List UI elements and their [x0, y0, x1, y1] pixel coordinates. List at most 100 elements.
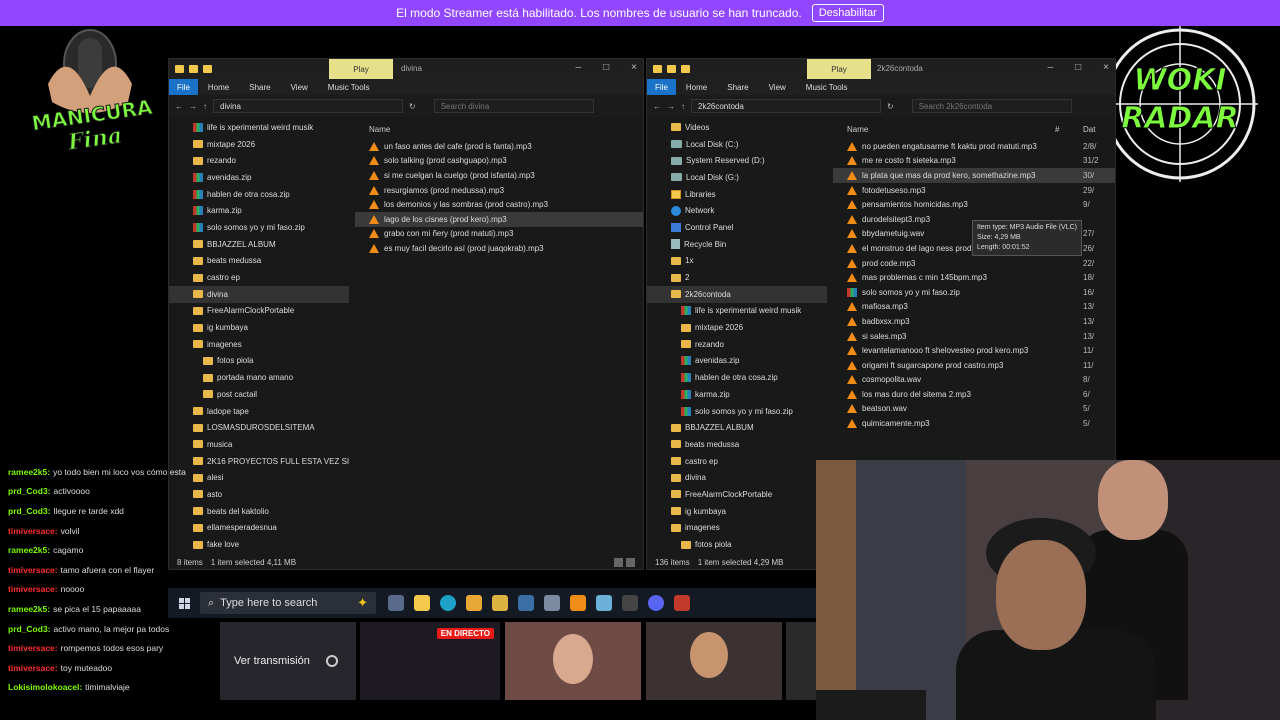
nav-item[interactable]: hablen de otra cosa.zip	[647, 369, 827, 386]
forward-icon[interactable]: →	[667, 102, 675, 111]
nav-item[interactable]: life is xperimental weird musik	[647, 303, 827, 320]
file-row[interactable]: beatson.wav 5/	[833, 402, 1115, 417]
up-icon[interactable]: ↑	[681, 102, 685, 111]
folder-icon[interactable]	[175, 65, 184, 73]
ribbon-tab-file[interactable]: File	[647, 79, 676, 95]
nav-item[interactable]: rezando	[169, 152, 349, 169]
explorer-window-divina[interactable]: Play divina – □ × File Home Share View Mus…	[168, 58, 644, 570]
file-row[interactable]: pensamientos homicidas.mp3 9/	[833, 197, 1115, 212]
ribbon-tab-music-tools[interactable]: Music Tools	[796, 83, 858, 92]
file-row[interactable]: badbxsx.mp3 13/	[833, 314, 1115, 329]
ribbon-tab-home[interactable]: Home	[198, 83, 239, 92]
ribbon-tab-view[interactable]: View	[281, 83, 318, 92]
app-icon[interactable]	[674, 595, 690, 611]
discord-icon[interactable]	[648, 595, 664, 611]
back-icon[interactable]: ←	[175, 102, 183, 111]
file-row[interactable]: es muy facil decirlo así (prod juaqokrab…	[355, 241, 643, 256]
nav-item[interactable]: BBJAZZEL ALBUM	[647, 419, 827, 436]
chat-username[interactable]: timiversace:	[8, 643, 58, 653]
nav-item[interactable]: 2k26contoda	[647, 285, 827, 303]
nav-item[interactable]: mixtape 2026	[169, 136, 349, 153]
column-header-name[interactable]: Name	[369, 125, 390, 134]
nav-item[interactable]: post cactail	[169, 386, 349, 403]
vlc-icon[interactable]	[570, 595, 586, 611]
nav-item[interactable]: Control Panel	[647, 219, 827, 236]
file-row[interactable]: un faso antes del cafe (prod is fanta).m…	[355, 139, 643, 154]
stream-thumbnail[interactable]	[646, 622, 782, 700]
column-header-date[interactable]: Dat	[1083, 125, 1095, 134]
ribbon-tab-view[interactable]: View	[759, 83, 796, 92]
chat-username[interactable]: ramee2k5:	[8, 604, 50, 614]
address-bar[interactable]: 2k26contoda	[691, 99, 881, 113]
ribbon-tab-home[interactable]: Home	[676, 83, 717, 92]
play-tab[interactable]: Play	[807, 59, 871, 79]
nav-item[interactable]: rezando	[647, 336, 827, 353]
search-input[interactable]: Search divina	[433, 99, 594, 113]
nav-item[interactable]: Network	[647, 202, 827, 219]
maximize-icon[interactable]: □	[1075, 62, 1081, 73]
app-icon[interactable]	[596, 595, 612, 611]
chat-username[interactable]: prd_Cod3:	[8, 506, 51, 516]
close-icon[interactable]: ×	[1103, 62, 1109, 73]
nav-item[interactable]: Libraries	[647, 186, 827, 203]
nav-item[interactable]: beats medussa	[169, 253, 349, 270]
nav-item[interactable]: ladope tape	[169, 403, 349, 420]
nav-item[interactable]: Local Disk (C:)	[647, 136, 827, 153]
nav-item[interactable]: LOSMASDUROSDELSITEMA	[169, 419, 349, 436]
chat-username[interactable]: prd_Cod3:	[8, 486, 51, 496]
nav-item[interactable]: Videos	[647, 119, 827, 136]
quick-access-toolbar[interactable]	[175, 65, 212, 73]
chat-username[interactable]: timiversace:	[8, 663, 58, 673]
nav-item[interactable]: portada mano amano	[169, 369, 349, 386]
nav-item[interactable]: mixtape 2026	[647, 319, 827, 336]
nav-item[interactable]: life is xperimental weird musik	[169, 119, 349, 136]
column-header-number[interactable]: #	[1055, 125, 1059, 134]
nav-item[interactable]: karma.zip	[647, 386, 827, 403]
file-row[interactable]: la plata que mas da prod kero, somethazi…	[833, 168, 1115, 183]
nav-item[interactable]: hablen de otra cosa.zip	[169, 186, 349, 203]
ribbon-tab-file[interactable]: File	[169, 79, 198, 95]
nav-item[interactable]: divina	[647, 469, 827, 486]
file-row[interactable]: mas problemas c min 145bpm.mp3 18/	[833, 270, 1115, 285]
address-bar[interactable]: divina	[213, 99, 403, 113]
chat-username[interactable]: Lokisimolokoacel:	[8, 682, 82, 692]
nav-item[interactable]: System Reserved (D:)	[647, 152, 827, 169]
file-row[interactable]: lago de los cisnes (prod kero).mp3	[355, 211, 643, 227]
nav-item[interactable]: avenidas.zip	[647, 353, 827, 370]
nav-item[interactable]: solo somos yo y mi faso.zip	[169, 219, 349, 236]
ribbon-tab-music-tools[interactable]: Music Tools	[318, 83, 380, 92]
live-stream-thumbnail[interactable]: EN DIRECTO	[360, 622, 500, 700]
refresh-icon[interactable]: ↻	[409, 102, 416, 111]
nav-item[interactable]: imagenes	[169, 336, 349, 353]
folder-icon[interactable]	[681, 65, 690, 73]
nav-item[interactable]: Local Disk (G:)	[647, 169, 827, 186]
app-icon[interactable]	[622, 595, 638, 611]
chat-username[interactable]: timiversace:	[8, 526, 58, 536]
nav-item[interactable]: ig kumbaya	[169, 319, 349, 336]
stream-thumbnail[interactable]	[505, 622, 641, 700]
file-list[interactable]: Name un faso antes del cafe (prod is fan…	[355, 119, 643, 555]
file-explorer-icon[interactable]	[414, 595, 430, 611]
folder-icon[interactable]	[189, 65, 198, 73]
fl-studio-icon[interactable]	[492, 595, 508, 611]
nav-item[interactable]: castro ep	[169, 269, 349, 286]
close-icon[interactable]: ×	[631, 62, 637, 73]
edge-icon[interactable]	[440, 595, 456, 611]
nav-item[interactable]: BBJAZZEL ALBUM	[169, 236, 349, 253]
maximize-icon[interactable]: □	[603, 62, 609, 73]
file-row[interactable]: levantelamanooo ft shelovesteo prod kero…	[833, 343, 1115, 358]
nav-item[interactable]: karma.zip	[169, 202, 349, 219]
file-row[interactable]: me re costo ft sieteka.mp3 31/2	[833, 154, 1115, 169]
title-bar[interactable]: Play 2k26contoda – □ ×	[647, 59, 1115, 79]
file-row[interactable]: los mas duro del sitema 2.mp3 6/	[833, 387, 1115, 402]
back-icon[interactable]: ←	[653, 102, 661, 111]
nav-item[interactable]: 2	[647, 269, 827, 286]
file-row[interactable]: origami ft sugarcapone prod castro.mp3 11…	[833, 358, 1115, 373]
refresh-icon[interactable]: ↻	[887, 102, 894, 111]
column-header-name[interactable]: Name	[847, 125, 868, 134]
nav-item[interactable]: 1x	[647, 253, 827, 270]
chat-username[interactable]: timiversace:	[8, 565, 58, 575]
file-row[interactable]: grabo con mi ñery (prod matuti).mp3	[355, 227, 643, 242]
file-row[interactable]: los demonios y las sombras (prod castro)…	[355, 197, 643, 212]
minimize-icon[interactable]: –	[576, 62, 582, 73]
